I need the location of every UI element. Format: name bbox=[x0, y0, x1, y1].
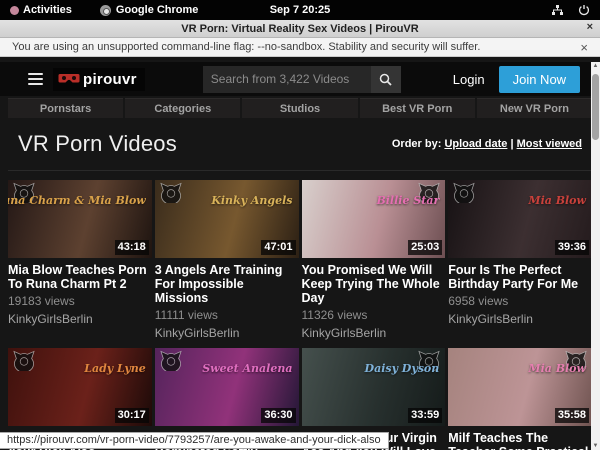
video-views: 11111 views bbox=[155, 308, 299, 322]
thumbnail-overlay-text: Lady Lyne bbox=[84, 362, 146, 375]
video-card[interactable]: Kinky Angels 47:01 3 Angels Are Training… bbox=[155, 180, 299, 340]
video-thumbnail[interactable]: Kinky Angels 47:01 bbox=[155, 180, 299, 258]
nav-tab-label: Best VR Porn bbox=[382, 103, 452, 115]
join-now-button[interactable]: Join Now bbox=[499, 66, 580, 93]
page-heading-row: VR Porn Videos Order by: Upload date | M… bbox=[8, 118, 592, 171]
duration-badge: 43:18 bbox=[115, 240, 149, 255]
video-thumbnail[interactable]: Billie Star 25:03 bbox=[302, 180, 446, 258]
status-bar-url: https://pirouvr.com/vr-porn-video/779325… bbox=[0, 432, 389, 449]
video-views: 6958 views bbox=[448, 294, 592, 308]
duration-badge: 30:17 bbox=[115, 408, 149, 423]
video-card[interactable]: Mia Blow 39:36 Four Is The Perfect Birth… bbox=[448, 180, 592, 340]
site-logo[interactable]: pirouvr bbox=[53, 68, 145, 91]
order-upload-date-link[interactable]: Upload date bbox=[444, 138, 507, 150]
vr-goggles-icon bbox=[58, 73, 80, 86]
video-title-link[interactable]: 3 Angels Are Training For Impossible Mis… bbox=[155, 263, 299, 305]
video-title-link[interactable]: Milf Teaches The Teacher Some Practical … bbox=[448, 431, 592, 450]
order-separator: | bbox=[510, 138, 513, 150]
window-titlebar[interactable]: VR Porn: Virtual Reality Sex Videos | Pi… bbox=[0, 20, 600, 38]
video-channel-link[interactable]: KinkyGirlsBerlin bbox=[8, 312, 152, 326]
duration-badge: 47:01 bbox=[261, 240, 295, 255]
site-header: pirouvr Login Join Now bbox=[0, 62, 600, 96]
video-thumbnail[interactable]: Lady Lyne 30:17 bbox=[8, 348, 152, 426]
video-thumbnail[interactable]: Runa Charm & Mia Blow 43:18 bbox=[8, 180, 152, 258]
duration-badge: 33:59 bbox=[408, 408, 442, 423]
thumbnail-overlay-text: Kinky Angels bbox=[211, 194, 292, 207]
scroll-up-icon[interactable]: ▲ bbox=[593, 62, 599, 70]
clock[interactable]: Sep 7 20:25 bbox=[0, 4, 600, 16]
nav-tab[interactable]: Best VR Porn bbox=[360, 98, 475, 118]
nav-tab-label: New VR Porn bbox=[500, 103, 569, 115]
nav-tab-label: Categories bbox=[154, 103, 211, 115]
hamburger-menu-icon[interactable] bbox=[28, 73, 43, 85]
cat-logo-icon bbox=[12, 350, 36, 371]
window-title: VR Porn: Virtual Reality Sex Videos | Pi… bbox=[181, 23, 418, 35]
duration-badge: 36:30 bbox=[261, 408, 295, 423]
browser-viewport: pirouvr Login Join Now Pornstars Categori… bbox=[0, 57, 600, 450]
nav-tab[interactable]: New VR Porn bbox=[477, 98, 592, 118]
power-icon[interactable] bbox=[578, 4, 590, 16]
cat-logo-icon bbox=[159, 182, 183, 203]
video-title-link[interactable]: Four Is The Perfect Birthday Party For M… bbox=[448, 263, 592, 291]
warning-close-icon[interactable]: × bbox=[580, 40, 588, 55]
warning-message: You are using an unsupported command-lin… bbox=[12, 41, 480, 53]
window-close-icon[interactable]: × bbox=[587, 21, 593, 33]
video-title-link[interactable]: You Promised We Will Keep Trying The Who… bbox=[302, 263, 446, 305]
nav-tab-label: Studios bbox=[280, 103, 320, 115]
video-views: 11326 views bbox=[302, 308, 446, 322]
scroll-down-icon[interactable]: ▼ bbox=[593, 442, 599, 450]
duration-badge: 35:58 bbox=[555, 408, 589, 423]
nav-tab[interactable]: Pornstars bbox=[8, 98, 123, 118]
duration-badge: 25:03 bbox=[408, 240, 442, 255]
login-link[interactable]: Login bbox=[453, 72, 485, 87]
order-most-viewed-link[interactable]: Most viewed bbox=[517, 138, 582, 150]
thumbnail-overlay-text: Mia Blow bbox=[528, 194, 586, 207]
video-thumbnail[interactable]: Sweet Analena 36:30 bbox=[155, 348, 299, 426]
order-by-controls: Order by: Upload date | Most viewed bbox=[392, 138, 582, 150]
site-logo-text: pirouvr bbox=[83, 71, 137, 88]
video-channel-link[interactable]: KinkyGirlsBerlin bbox=[302, 326, 446, 340]
thumbnail-overlay-text: Mia Blow bbox=[528, 362, 586, 375]
search-input[interactable] bbox=[203, 66, 371, 93]
video-channel-link[interactable]: KinkyGirlsBerlin bbox=[448, 312, 592, 326]
video-thumbnail[interactable]: Mia Blow 35:58 bbox=[448, 348, 592, 426]
thumbnail-overlay-text: Daisy Dyson bbox=[365, 362, 440, 375]
video-card[interactable]: Runa Charm & Mia Blow 43:18 Mia Blow Tea… bbox=[8, 180, 152, 340]
duration-badge: 39:36 bbox=[555, 240, 589, 255]
nav-tab[interactable]: Categories bbox=[125, 98, 240, 118]
scrollbar-thumb[interactable] bbox=[592, 74, 599, 140]
unsupported-flag-warning: You are using an unsupported command-lin… bbox=[0, 38, 600, 57]
nav-tab-label: Pornstars bbox=[40, 103, 91, 115]
cat-logo-icon bbox=[159, 350, 183, 371]
video-views: 19183 views bbox=[8, 294, 152, 308]
page-title: VR Porn Videos bbox=[18, 131, 177, 157]
search-icon bbox=[379, 73, 392, 86]
thumbnail-overlay-text: Runa Charm & Mia Blow bbox=[8, 194, 146, 207]
scrollbar[interactable]: ▲ ▼ bbox=[591, 62, 600, 450]
nav-tab[interactable]: Studios bbox=[242, 98, 357, 118]
video-card[interactable]: Billie Star 25:03 You Promised We Will K… bbox=[302, 180, 446, 340]
search-button[interactable] bbox=[371, 66, 401, 93]
video-thumbnail[interactable]: Mia Blow 39:36 bbox=[448, 180, 592, 258]
video-thumbnail[interactable]: Daisy Dyson 33:59 bbox=[302, 348, 446, 426]
nav-bar: Pornstars Categories Studios Best VR Porn Ne… bbox=[0, 96, 600, 118]
video-card[interactable]: Mia Blow 35:58 Milf Teaches The Teacher … bbox=[448, 348, 592, 450]
network-icon[interactable] bbox=[551, 4, 564, 16]
cat-logo-icon bbox=[452, 182, 476, 203]
video-grid: Runa Charm & Mia Blow 43:18 Mia Blow Tea… bbox=[8, 180, 592, 450]
order-by-label: Order by: bbox=[392, 138, 442, 150]
video-channel-link[interactable]: KinkyGirlsBerlin bbox=[155, 326, 299, 340]
system-top-bar: Activities Google Chrome Sep 7 20:25 bbox=[0, 0, 600, 20]
video-title-link[interactable]: Mia Blow Teaches Porn To Runa Charm Pt 2 bbox=[8, 263, 152, 291]
thumbnail-overlay-text: Billie Star bbox=[376, 194, 439, 207]
thumbnail-overlay-text: Sweet Analena bbox=[202, 362, 292, 375]
